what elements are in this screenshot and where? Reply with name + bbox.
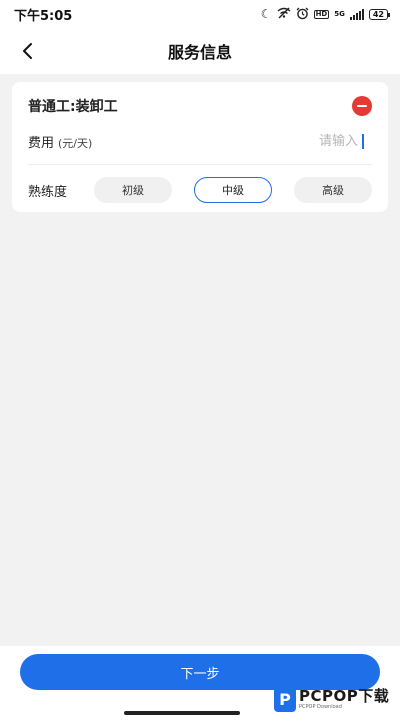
status-icons: ☾ HD 5G 42	[260, 7, 391, 22]
fee-input[interactable]	[244, 133, 364, 149]
wifi-off-icon	[277, 7, 291, 21]
battery-level: 42	[372, 9, 384, 19]
battery-icon: 42	[368, 8, 391, 20]
home-indicator	[124, 711, 240, 715]
proficiency-row: 熟练度 初级 中级 高级	[28, 176, 372, 204]
watermark-text: PCPOP下载 PCPOP Download	[299, 686, 390, 710]
watermark: P PCPOP下载 PCPOP Download	[274, 684, 389, 714]
back-button[interactable]	[14, 38, 40, 64]
remove-service-button[interactable]	[352, 96, 372, 116]
proficiency-options: 初级 中级 高级	[94, 177, 372, 203]
fee-label-group: 费用 (元/天)	[28, 132, 92, 151]
chevron-left-icon	[23, 43, 32, 59]
service-card: 普通工:装卸工 费用(元/天) 熟练度 初级 中级 高级	[12, 82, 388, 212]
moon-icon: ☾	[260, 7, 272, 21]
status-bar: 下午5:05 ☾ HD 5G 42	[0, 0, 400, 28]
level-option-intermediate[interactable]: 中级	[194, 177, 272, 203]
hd-icon: HD	[313, 9, 330, 19]
level-option-junior[interactable]: 初级	[94, 177, 172, 203]
fee-label: 费用	[28, 135, 55, 151]
status-time: 下午5:05	[14, 8, 73, 24]
watermark-sub: PCPOP Download	[299, 703, 342, 710]
page-title: 服务信息	[167, 43, 232, 62]
watermark-main: PCPOP下载	[299, 686, 390, 705]
level-option-senior[interactable]: 高级	[294, 177, 372, 203]
service-header: 普通工:装卸工	[28, 96, 372, 116]
proficiency-label: 熟练度	[28, 184, 68, 200]
service-name: 普通工:装卸工	[28, 99, 118, 115]
navigation-bar: 服务信息	[0, 28, 400, 74]
alarm-icon	[296, 7, 309, 22]
watermark-logo-icon: P	[274, 686, 296, 712]
signal-icon	[349, 8, 364, 20]
divider	[28, 164, 372, 165]
fee-unit: (元/天)	[58, 136, 93, 150]
network-label: 5G	[334, 9, 345, 18]
minus-icon	[357, 104, 367, 108]
fee-row: 费用 (元/天)	[28, 130, 364, 152]
